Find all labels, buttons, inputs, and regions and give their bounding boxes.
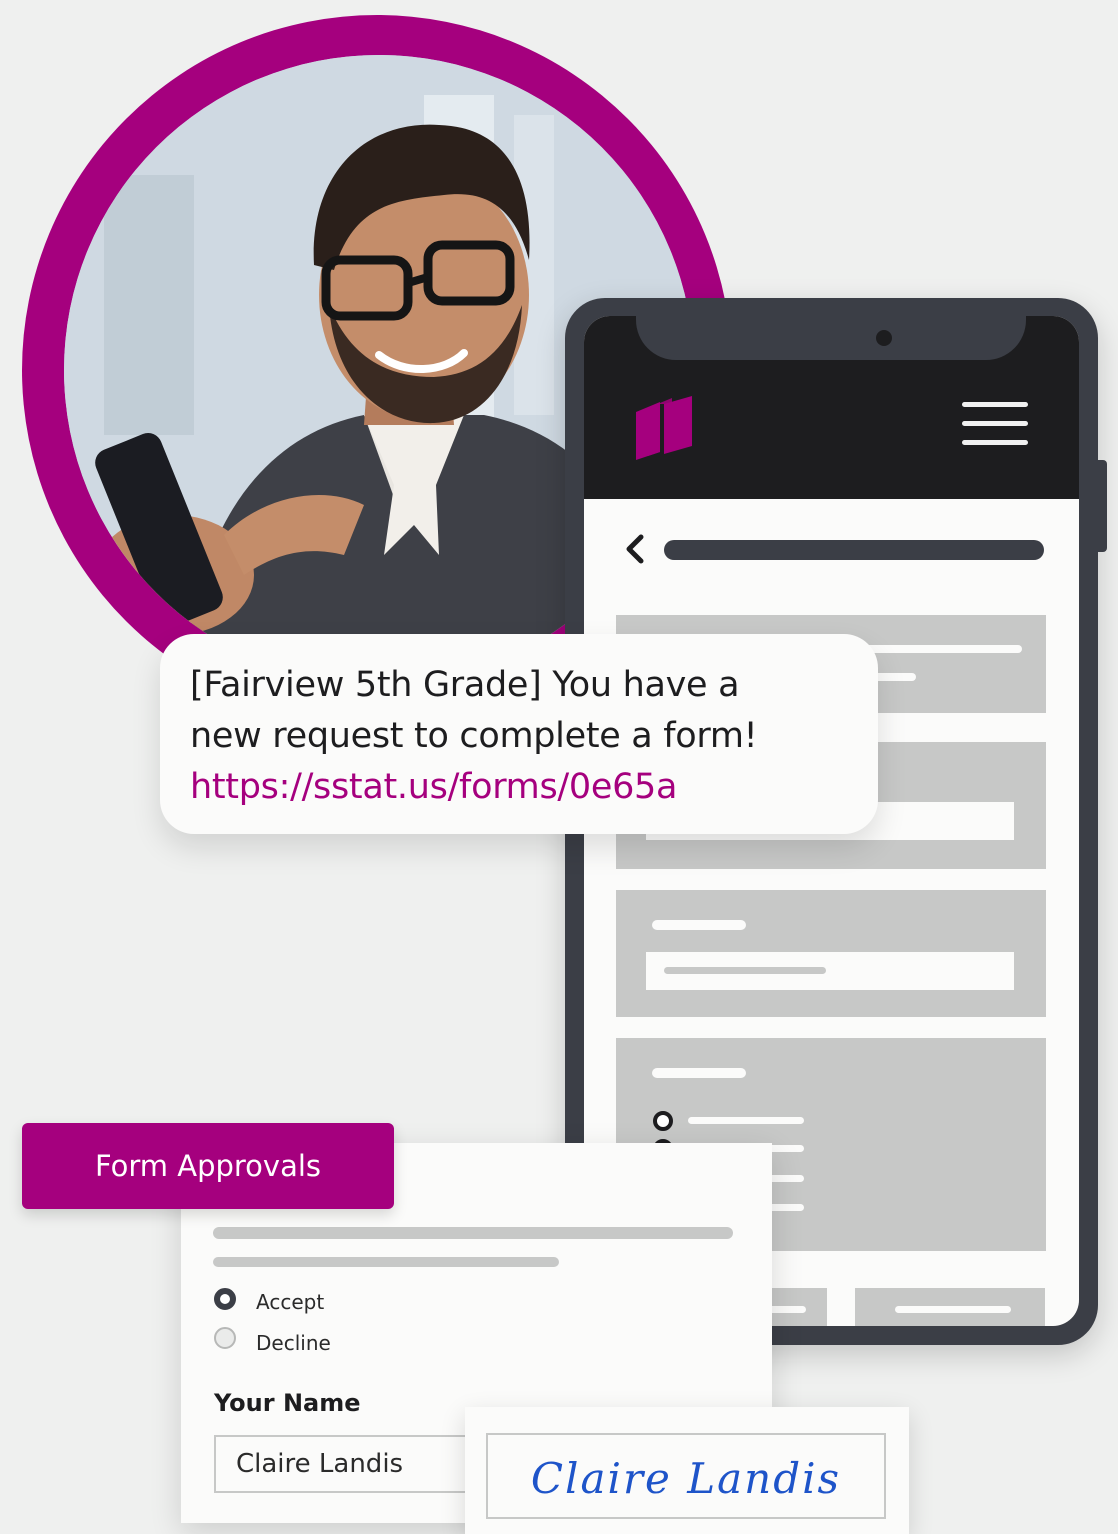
page-title-placeholder bbox=[664, 540, 1044, 560]
button-placeholder bbox=[855, 1288, 1045, 1326]
radio-placeholder bbox=[653, 1111, 673, 1131]
sms-link[interactable]: https://sstat.us/forms/0e65a bbox=[190, 762, 870, 813]
phone-notch bbox=[636, 316, 1026, 360]
form-section-placeholder bbox=[616, 890, 1046, 1017]
app-header bbox=[584, 316, 1079, 499]
sms-message-bubble: [Fairview 5th Grade] You have a new requ… bbox=[160, 634, 878, 834]
form-approvals-badge: Form Approvals bbox=[22, 1123, 394, 1209]
signature-text: Claire Landis bbox=[530, 1454, 842, 1503]
signature-box[interactable]: Claire Landis bbox=[486, 1433, 886, 1519]
decline-label: Decline bbox=[256, 1331, 331, 1355]
accept-label: Accept bbox=[256, 1290, 325, 1314]
sms-line: new request to complete a form! bbox=[190, 716, 758, 756]
sms-line: [Fairview 5th Grade] You have a bbox=[190, 665, 740, 705]
decline-radio[interactable] bbox=[214, 1327, 236, 1349]
text-placeholder bbox=[213, 1227, 733, 1239]
sms-message-text: [Fairview 5th Grade] You have a new requ… bbox=[190, 660, 870, 813]
book-logo-icon[interactable] bbox=[632, 394, 696, 462]
chevron-left-icon[interactable] bbox=[624, 534, 646, 564]
text-placeholder bbox=[213, 1257, 559, 1267]
signature-card: Claire Landis bbox=[465, 1407, 909, 1534]
phone-side-button bbox=[1093, 460, 1107, 552]
hamburger-menu-icon[interactable] bbox=[962, 400, 1030, 448]
accept-radio[interactable] bbox=[214, 1288, 236, 1310]
name-field-label: Your Name bbox=[214, 1389, 361, 1417]
camera-icon bbox=[876, 330, 892, 346]
